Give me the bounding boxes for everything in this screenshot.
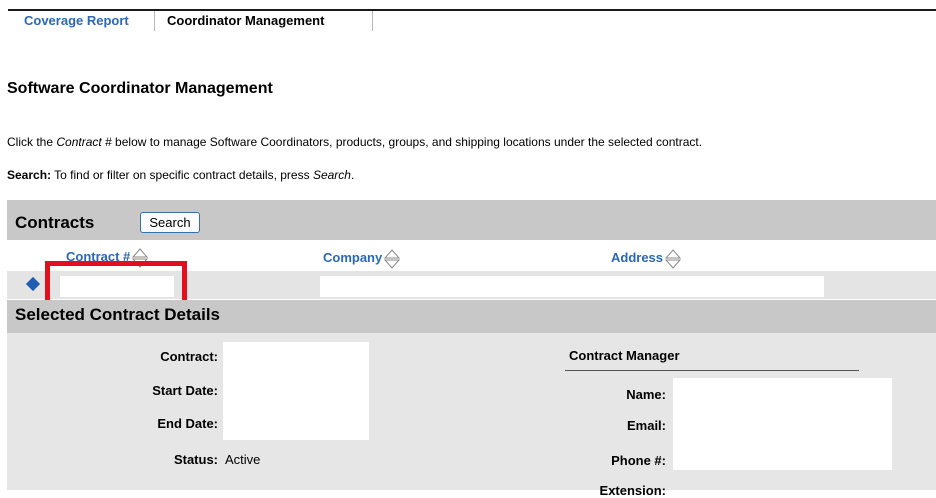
end-date-label: End Date: [157,416,218,431]
contract-manager-info-box [673,378,892,470]
contract-info-box [223,342,369,440]
manager-extension-label: Extension: [599,483,666,498]
page-description: Click the Contract # below to manage Sof… [7,135,702,149]
search-help-label: Search: [7,168,52,182]
column-label-company: Company [323,250,383,265]
manager-name-label: Name: [626,387,666,402]
sort-icon[interactable] [665,248,682,270]
description-emphasis: Contract # [56,135,112,149]
manager-email-label: Email: [626,418,666,433]
search-help-text: To find or filter on specific contract d… [51,168,313,182]
search-button[interactable]: Search [140,212,200,233]
status-label: Status: [173,452,218,467]
contracts-title: Contracts [15,213,95,232]
tab-coordinator-management[interactable]: Coordinator Management [155,11,373,31]
contract-label: Contract: [160,349,218,364]
contract-manager-divider [565,370,859,371]
tab-bar: Coverage Report Coordinator Management [8,11,373,31]
description-suffix: below to manage Software Coordinators, p… [111,135,703,149]
status-value: Active [225,452,261,467]
column-label-address: Address [611,250,664,265]
page-title: Software Coordinator Management [7,80,273,97]
company-cell[interactable] [320,276,824,297]
search-help-end: . [350,168,355,182]
search-help-emphasis: Search [312,168,351,182]
manager-phone-label: Phone #: [611,453,666,468]
tab-coverage-report[interactable]: Coverage Report [8,11,155,31]
search-help: Search: To find or filter on specific co… [7,168,354,182]
description-prefix: Click the [7,135,57,149]
sort-icon[interactable] [384,248,401,270]
start-date-label: Start Date: [152,383,218,398]
contracts-panel-header: Contracts Search [7,200,936,240]
column-header-address[interactable]: Address [611,245,682,271]
details-title: Selected Contract Details [15,305,221,324]
contract-manager-title: Contract Manager [569,348,680,363]
details-panel-header: Selected Contract Details [7,300,936,333]
column-header-company[interactable]: Company [323,245,401,271]
